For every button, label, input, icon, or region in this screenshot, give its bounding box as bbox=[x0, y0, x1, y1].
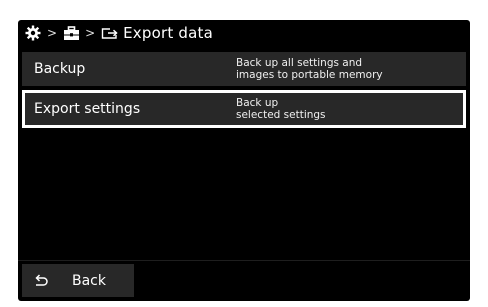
menu-item-label: Backup bbox=[34, 61, 86, 77]
breadcrumb-separator: > bbox=[47, 26, 58, 40]
menu-item-description: Back up selected settings bbox=[236, 97, 326, 121]
return-arrow-icon bbox=[32, 272, 50, 290]
menu-item-description: Back up all settings and images to porta… bbox=[236, 57, 383, 81]
footer-divider bbox=[18, 260, 470, 261]
menu-item-export-settings[interactable]: Export settings Back up selected setting… bbox=[22, 90, 466, 128]
device-screen: > > Export data Backup Back up all setti… bbox=[18, 20, 470, 301]
menu-item-label: Export settings bbox=[34, 101, 141, 117]
page-title: Export data bbox=[123, 24, 213, 42]
breadcrumb: > > Export data bbox=[18, 20, 470, 46]
back-button[interactable]: Back bbox=[22, 264, 134, 297]
menu-item-backup[interactable]: Backup Back up all settings and images t… bbox=[22, 52, 466, 86]
breadcrumb-separator: > bbox=[85, 26, 96, 40]
gear-icon[interactable] bbox=[24, 24, 42, 42]
back-button-label: Back bbox=[72, 272, 106, 289]
export-icon bbox=[100, 24, 118, 42]
toolbox-icon[interactable] bbox=[62, 24, 80, 42]
